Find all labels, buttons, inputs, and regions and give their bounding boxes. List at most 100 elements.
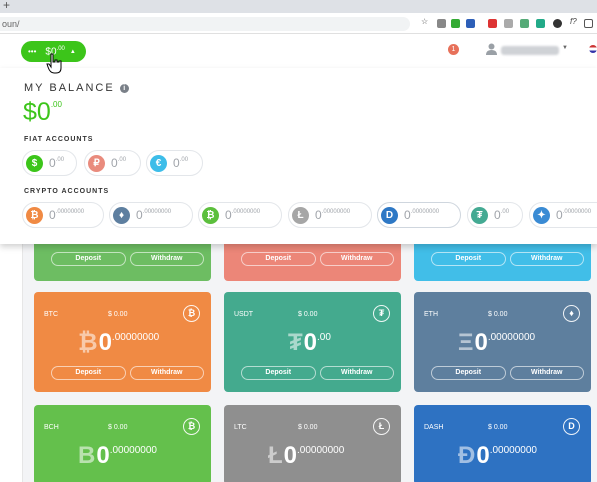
withdraw-button[interactable]: Withdraw [129,366,204,380]
deposit-button[interactable]: Deposit [431,252,506,266]
usd-value: $ 0.00 [108,311,128,318]
account-decimals: .00000000 [410,209,440,215]
dollar-icon: $ [26,154,43,172]
account-value: 0 [49,156,56,170]
extension-icon[interactable] [437,19,446,28]
crypto-account-xrp[interactable]: ✦ 0.00000000 [529,202,597,228]
amount-value: 0 [96,442,110,469]
fiat-accounts-label: FIAT ACCOUNTS [24,136,94,143]
ethereum-icon: ♦ [113,206,130,224]
account-value: 0 [225,208,232,222]
extension-icon[interactable] [536,19,545,28]
withdraw-button[interactable]: Withdraw [509,252,584,266]
address-bar[interactable]: oun/ [0,17,410,31]
fiat-account-rub[interactable]: ₽ 0.00 [84,150,141,176]
account-decimals: .00 [500,209,510,215]
sidebar [0,244,23,482]
bitcoin-cash-icon: ₿ [183,418,200,435]
amount-value: 0 [303,329,318,356]
extension-icon[interactable] [466,19,475,28]
extension-icon[interactable] [488,19,497,28]
card-amount: Đ 0.00000000 [458,442,537,470]
caret-up-icon: ▲ [69,48,76,55]
account-value: 0 [315,208,322,222]
app-header: ••• $0.00 ▲ 1 ▼ [0,34,597,68]
crypto-account-btc[interactable]: ₿ 0.00000000 [22,202,104,228]
currency-symbol: Đ [458,442,476,469]
currency-symbol: Ł [268,442,283,469]
tether-icon: ₮ [471,206,488,224]
menu-icon[interactable] [584,19,593,28]
litecoin-icon: Ł [292,206,309,224]
withdraw-button[interactable]: Withdraw [129,252,204,266]
currency-symbol: Ξ [458,329,474,356]
ethereum-icon: ♦ [563,305,580,322]
card-amount: ₮ 0.00 [288,329,331,357]
amount-decimals: .00000000 [109,445,157,456]
currency-name: BCH [44,424,59,431]
usd-value: $ 0.00 [298,311,318,318]
extension-icon[interactable] [451,19,460,28]
ripple-icon: ✦ [533,206,550,224]
currency-name: BTC [44,311,58,318]
crypto-account-bch[interactable]: ₿ 0.00000000 [198,202,282,228]
username-blurred[interactable] [501,46,559,55]
currency-name: ETH [424,311,438,318]
usd-value: $ 0.00 [108,424,128,431]
browser-tabstrip: + [0,0,597,13]
browser-toolbar: oun/ ☆ f? [0,13,597,34]
hand-cursor-icon [46,53,62,74]
account-decimals: .00000000 [142,209,172,215]
star-icon[interactable]: ☆ [421,17,428,26]
currency-symbol: ₿ [78,329,98,356]
panel-title: MY BALANCE [24,82,115,94]
amount-decimals: .00000000 [111,332,160,343]
language-flag-icon[interactable] [589,45,597,53]
total-balance-decimals: .00 [50,100,62,109]
withdraw-button[interactable]: Withdraw [319,366,394,380]
account-decimals: .00000000 [321,209,351,215]
wallet-card-ltc: LTC $ 0.00 Ł Ł 0.00000000 [224,405,401,482]
wallet-card-eth: ETH $ 0.00 ♦ Ξ 0.00000000 Deposit Withdraw [414,292,591,392]
account-decimals: .00000000 [562,209,592,215]
currency-name: LTC [234,424,247,431]
amount-decimals: .00000000 [489,445,537,456]
wallet-card-dash: DASH $ 0.00 D Đ 0.00000000 [414,405,591,482]
deposit-button[interactable]: Deposit [241,252,316,266]
amount-decimals: .00000000 [487,332,536,343]
usd-value: $ 0.00 [488,424,508,431]
crypto-accounts-label: CRYPTO ACCOUNTS [24,188,110,195]
notification-badge[interactable]: 1 [448,44,459,55]
withdraw-button[interactable]: Withdraw [319,252,394,266]
fiat-account-usd[interactable]: $ 0.00 [22,150,77,176]
crypto-account-eth[interactable]: ♦ 0.00000000 [109,202,193,228]
account-value: 0 [494,208,501,222]
amount-value: 0 [476,442,490,469]
deposit-button[interactable]: Deposit [241,366,316,380]
fiat-account-eur[interactable]: € 0.00 [146,150,203,176]
amount-decimals: .00 [317,332,331,343]
user-icon[interactable] [486,43,497,55]
new-tab-icon[interactable]: + [3,0,10,12]
extension-icon[interactable] [520,19,529,28]
extension-icon[interactable] [553,19,562,28]
crypto-account-ltc[interactable]: Ł 0.00000000 [288,202,372,228]
formula-icon[interactable]: f? [570,17,577,26]
crypto-account-dash[interactable]: D 0.00000000 [377,202,461,228]
currency-symbol: B [78,442,96,469]
extension-icon[interactable] [504,19,513,28]
currency-name: DASH [424,424,444,431]
info-icon[interactable]: i [119,83,129,93]
wallet-card-bch: BCH $ 0.00 ₿ B 0.00000000 [34,405,211,482]
deposit-button[interactable]: Deposit [51,366,126,380]
deposit-button[interactable]: Deposit [51,252,126,266]
account-decimals: .00 [117,157,127,163]
account-decimals: .00 [55,157,65,163]
amount-value: 0 [98,329,112,356]
withdraw-button[interactable]: Withdraw [509,366,584,380]
account-value: 0 [556,208,563,222]
crypto-account-usdt[interactable]: ₮ 0.00 [467,202,523,228]
chevron-down-icon[interactable]: ▼ [562,45,568,51]
total-balance-value: $0 [23,98,51,126]
deposit-button[interactable]: Deposit [431,366,506,380]
